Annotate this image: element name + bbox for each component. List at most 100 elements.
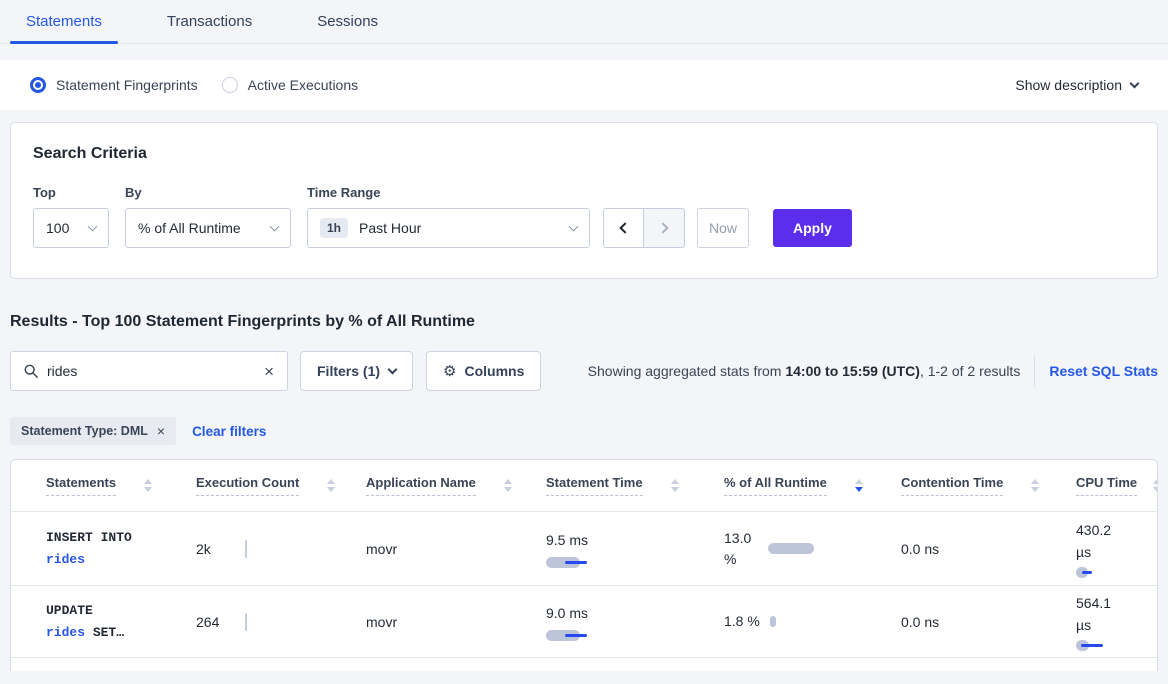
sort-icon[interactable]	[327, 479, 335, 492]
column-header-execution-count[interactable]: Execution Count	[186, 475, 356, 496]
search-box[interactable]: ×	[10, 351, 288, 391]
tab-sessions[interactable]: Sessions	[301, 13, 394, 43]
radio-active-executions[interactable]: Active Executions	[222, 77, 359, 93]
application-name-cell: movr	[356, 614, 536, 630]
chevron-down-icon	[1130, 78, 1140, 88]
sort-icon[interactable]	[1153, 479, 1158, 492]
radio-label: Statement Fingerprints	[56, 77, 198, 93]
table-row: UPDATE rides SET… 264 movr 9.0 ms 1.8 % …	[11, 586, 1157, 658]
by-select[interactable]: % of All Runtime	[125, 208, 291, 248]
show-description-toggle[interactable]: Show description	[1015, 77, 1138, 93]
sort-icon[interactable]	[671, 479, 679, 492]
remove-filter-icon[interactable]: ×	[157, 423, 165, 439]
execution-count-bar	[245, 613, 247, 631]
column-header-contention-time[interactable]: Contention Time	[891, 475, 1066, 496]
column-header-statements[interactable]: Statements	[11, 475, 186, 496]
chevron-down-icon	[569, 221, 579, 231]
radio-selected-icon	[30, 77, 46, 93]
search-criteria-panel: Search Criteria Top 100 By % of All Runt…	[10, 122, 1158, 279]
cpu-time-cell: 564.1 µs	[1066, 592, 1120, 651]
pct-runtime-bar	[770, 616, 776, 627]
tab-statements[interactable]: Statements	[10, 13, 118, 43]
by-value: % of All Runtime	[138, 220, 262, 236]
statements-table: Statements Execution Count Application N…	[10, 459, 1158, 671]
statement-cell[interactable]: UPDATE rides SET…	[11, 600, 133, 644]
filter-chip-row: Statement Type: DML × Clear filters	[10, 417, 1158, 445]
radio-label: Active Executions	[248, 77, 359, 93]
filter-chip-statement-type[interactable]: Statement Type: DML ×	[10, 417, 176, 445]
time-window-arrows	[603, 208, 685, 248]
results-title: Results - Top 100 Statement Fingerprints…	[10, 313, 1158, 331]
chevron-right-icon	[657, 222, 668, 233]
table-header-row: Statements Execution Count Application N…	[11, 460, 1157, 512]
time-range-select[interactable]: 1h Past Hour	[307, 208, 590, 248]
top-select[interactable]: 100	[33, 208, 109, 248]
time-range-field: Time Range 1h Past Hour	[307, 185, 590, 248]
sort-icon[interactable]	[1031, 479, 1039, 492]
execution-count-cell: 2k	[186, 540, 356, 558]
filters-label: Filters (1)	[317, 363, 380, 379]
sort-icon[interactable]	[504, 479, 512, 492]
table-row: INSERT INTO rides 2k movr 9.5 ms 13.0 % …	[11, 512, 1157, 586]
by-label: By	[125, 185, 291, 200]
results-toolbar: × Filters (1) ⚙ Columns Showing aggregat…	[10, 351, 1158, 391]
by-field: By % of All Runtime	[125, 185, 291, 248]
application-name-cell: movr	[356, 541, 536, 557]
column-header-application-name[interactable]: Application Name	[356, 475, 536, 496]
reset-sql-stats-link[interactable]: Reset SQL Stats	[1049, 363, 1158, 379]
cpu-time-cell: 430.2 µs	[1066, 519, 1120, 578]
statement-link[interactable]: rides	[46, 552, 85, 567]
showing-stats-text: Showing aggregated stats from 14:00 to 1…	[588, 363, 1021, 379]
time-range-label: Time Range	[307, 185, 590, 200]
chevron-down-icon	[388, 365, 398, 375]
apply-button[interactable]: Apply	[773, 209, 852, 247]
search-input[interactable]	[47, 363, 264, 379]
column-header-statement-time[interactable]: Statement Time	[536, 475, 714, 496]
execution-count-bar	[245, 540, 247, 558]
next-time-window-button[interactable]	[644, 208, 685, 248]
previous-time-window-button[interactable]	[603, 208, 644, 248]
time-range-value: Past Hour	[359, 220, 561, 236]
statement-time-bar	[546, 557, 714, 568]
chevron-left-icon	[619, 222, 630, 233]
column-header-pct-of-all-runtime[interactable]: % of All Runtime	[714, 475, 891, 496]
statement-link[interactable]: rides	[46, 625, 85, 640]
sql-activity-tabs: Statements Transactions Sessions	[0, 0, 1168, 44]
clear-search-icon[interactable]: ×	[264, 363, 274, 380]
columns-label: Columns	[464, 363, 524, 379]
top-field: Top 100	[33, 185, 109, 248]
filter-chip-label: Statement Type: DML	[21, 424, 148, 438]
pct-runtime-bar	[768, 543, 814, 554]
chevron-down-icon	[270, 221, 280, 231]
stats-time-range: 14:00 to 15:59 (UTC)	[785, 363, 920, 379]
statement-cell[interactable]: INSERT INTO rides	[11, 527, 133, 571]
divider	[1034, 355, 1035, 387]
clear-filters-link[interactable]: Clear filters	[192, 424, 266, 439]
show-description-label: Show description	[1015, 77, 1122, 93]
statement-time-bar	[546, 630, 714, 641]
pct-runtime-cell: 13.0 %	[714, 528, 891, 570]
statement-time-cell: 9.0 ms	[536, 603, 714, 641]
search-icon	[24, 364, 38, 378]
chevron-down-icon	[88, 221, 98, 231]
filters-button[interactable]: Filters (1)	[300, 351, 413, 391]
view-mode-radios: Statement Fingerprints Active Executions	[30, 77, 382, 93]
now-button[interactable]: Now	[697, 208, 749, 248]
execution-count-cell: 264	[186, 613, 356, 631]
contention-time-cell: 0.0 ns	[891, 614, 1066, 630]
columns-button[interactable]: ⚙ Columns	[426, 351, 541, 391]
top-label: Top	[33, 185, 109, 200]
cpu-time-bar	[1076, 567, 1120, 578]
radio-statement-fingerprints[interactable]: Statement Fingerprints	[30, 77, 198, 93]
view-mode-bar: Statement Fingerprints Active Executions…	[0, 60, 1168, 110]
search-criteria-title: Search Criteria	[33, 145, 1135, 163]
tab-transactions[interactable]: Transactions	[151, 13, 268, 43]
pct-runtime-cell: 1.8 %	[714, 611, 891, 632]
gear-icon: ⚙	[443, 362, 456, 380]
radio-unselected-icon	[222, 77, 238, 93]
sort-icon[interactable]	[144, 479, 152, 492]
contention-time-cell: 0.0 ns	[891, 541, 1066, 557]
sort-icon-active-desc[interactable]	[855, 479, 863, 492]
statement-time-cell: 9.5 ms	[536, 530, 714, 568]
column-header-cpu-time[interactable]: CPU Time	[1066, 475, 1158, 496]
